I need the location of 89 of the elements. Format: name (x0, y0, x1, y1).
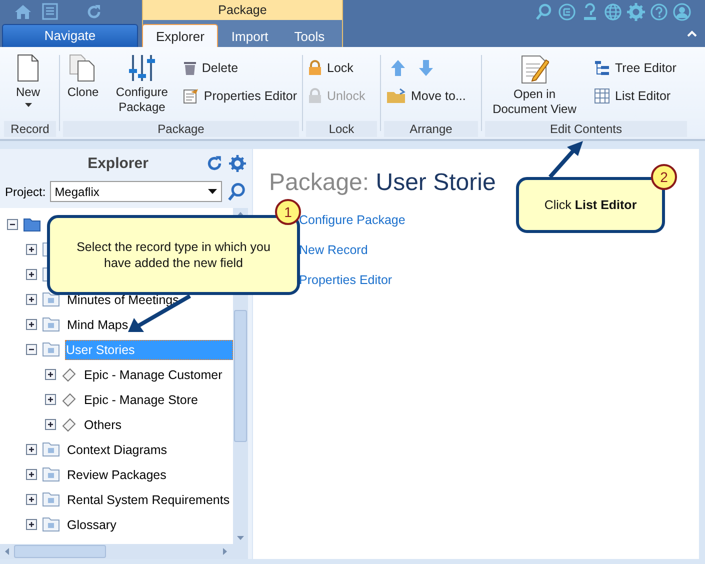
sliders-icon (128, 54, 155, 82)
ribbon-button[interactable]: Clone (65, 51, 101, 121)
padlock-icon (308, 88, 322, 104)
collapse-icon[interactable] (7, 219, 18, 230)
tree-item[interactable]: Epic - Manage Customer (82, 366, 224, 384)
expand-icon[interactable] (26, 244, 37, 255)
project-label: Project: (5, 184, 46, 198)
ribbon-tab[interactable]: Explorer (142, 24, 218, 47)
search-icon[interactable] (226, 182, 248, 202)
folder-icon (42, 317, 60, 332)
tag-icon (61, 416, 77, 432)
ribbon-tab[interactable]: Tools (281, 25, 338, 47)
tree-item[interactable]: Others (82, 416, 124, 434)
ribbon-button[interactable]: New (6, 51, 50, 121)
tree-item[interactable]: Context Diagrams (65, 440, 170, 458)
expand-icon[interactable] (26, 469, 37, 480)
ribbon-button[interactable]: Delete (182, 57, 297, 79)
tag-icon (61, 392, 77, 408)
expand-icon[interactable] (26, 269, 37, 280)
gear-icon[interactable] (627, 3, 645, 21)
ribbon-button[interactable]: Configure Package (105, 51, 179, 121)
folder-icon (42, 342, 60, 357)
ribbon-button[interactable]: Tree Editor (594, 57, 676, 79)
project-dropdown[interactable]: Megaflix (50, 181, 222, 202)
ribbon-button[interactable]: Move to... (386, 85, 466, 107)
tree-icon (594, 60, 610, 76)
folder-icon (23, 218, 41, 232)
trash-icon (182, 60, 197, 76)
tag-icon (61, 366, 77, 382)
expand-icon[interactable] (26, 319, 37, 330)
group-label: Record (4, 121, 56, 137)
down-arrow-icon (418, 59, 434, 77)
ribbon-button[interactable]: Open in Document View (487, 51, 582, 121)
folder-icon (42, 442, 60, 457)
search-icon[interactable] (535, 3, 553, 21)
pointer-arrow (548, 141, 583, 178)
ribbon-button[interactable] (418, 59, 434, 77)
action-link[interactable]: Configure Package (299, 213, 406, 227)
context-tab-label: Package (143, 0, 342, 20)
title-prefix: Package: (269, 169, 370, 196)
dropdown-arrow-icon (208, 189, 217, 194)
panel-title: Explorer (86, 154, 150, 172)
group-label: Package (63, 121, 299, 137)
copy-icon (69, 54, 97, 82)
action-link[interactable]: New Record (299, 243, 368, 257)
gear-icon[interactable] (229, 154, 246, 172)
folder-icon (386, 88, 406, 104)
page-icon (17, 54, 39, 82)
collapse-icon[interactable] (26, 344, 37, 355)
globe-icon[interactable] (604, 3, 622, 21)
group-label: Arrange (384, 121, 478, 137)
ribbon-button[interactable]: List Editor (594, 85, 676, 107)
folder-icon (42, 292, 60, 307)
ribbon-button[interactable] (390, 59, 406, 77)
action-link[interactable]: Properties Editor (299, 273, 392, 287)
folder-icon (42, 517, 60, 532)
tree-item[interactable]: Epic - Manage Store (82, 390, 200, 408)
expand-icon[interactable] (26, 294, 37, 305)
expand-icon[interactable] (26, 494, 37, 505)
properties-icon (182, 88, 199, 104)
tree-item[interactable]: Review Packages (65, 466, 168, 484)
horizontal-scrollbar[interactable] (0, 544, 248, 559)
up-arrow-icon (390, 59, 406, 77)
pencil-document-icon (520, 54, 548, 84)
folder-icon (42, 467, 60, 482)
tree-item[interactable]: Mind Maps (65, 316, 130, 334)
expand-icon[interactable] (45, 394, 56, 405)
question-icon[interactable] (581, 3, 599, 21)
tree-item[interactable]: Glossary (65, 516, 118, 534)
refresh-icon[interactable] (206, 154, 223, 172)
padlock-icon (308, 60, 322, 76)
ribbon-tab[interactable]: Import (218, 25, 282, 47)
ribbon-button[interactable]: Lock (308, 57, 366, 79)
expand-icon[interactable] (45, 419, 56, 430)
ribbon-button[interactable]: Properties Editor (182, 85, 297, 107)
table-icon (594, 88, 610, 104)
expand-icon[interactable] (26, 444, 37, 455)
folder-icon (42, 492, 60, 507)
page-title: User Storie (376, 169, 496, 196)
help-icon[interactable] (650, 3, 668, 21)
group-label: Edit Contents (485, 121, 687, 137)
group-label: Lock (306, 121, 377, 137)
app-menu-tab[interactable]: Navigate (2, 24, 138, 47)
expand-icon[interactable] (45, 369, 56, 380)
outline-icon[interactable] (558, 3, 576, 21)
pointer-arrow (128, 294, 191, 332)
user-icon[interactable] (673, 3, 691, 21)
expand-icon[interactable] (26, 519, 37, 530)
tree-item[interactable]: Rental System Requirements (65, 490, 232, 508)
